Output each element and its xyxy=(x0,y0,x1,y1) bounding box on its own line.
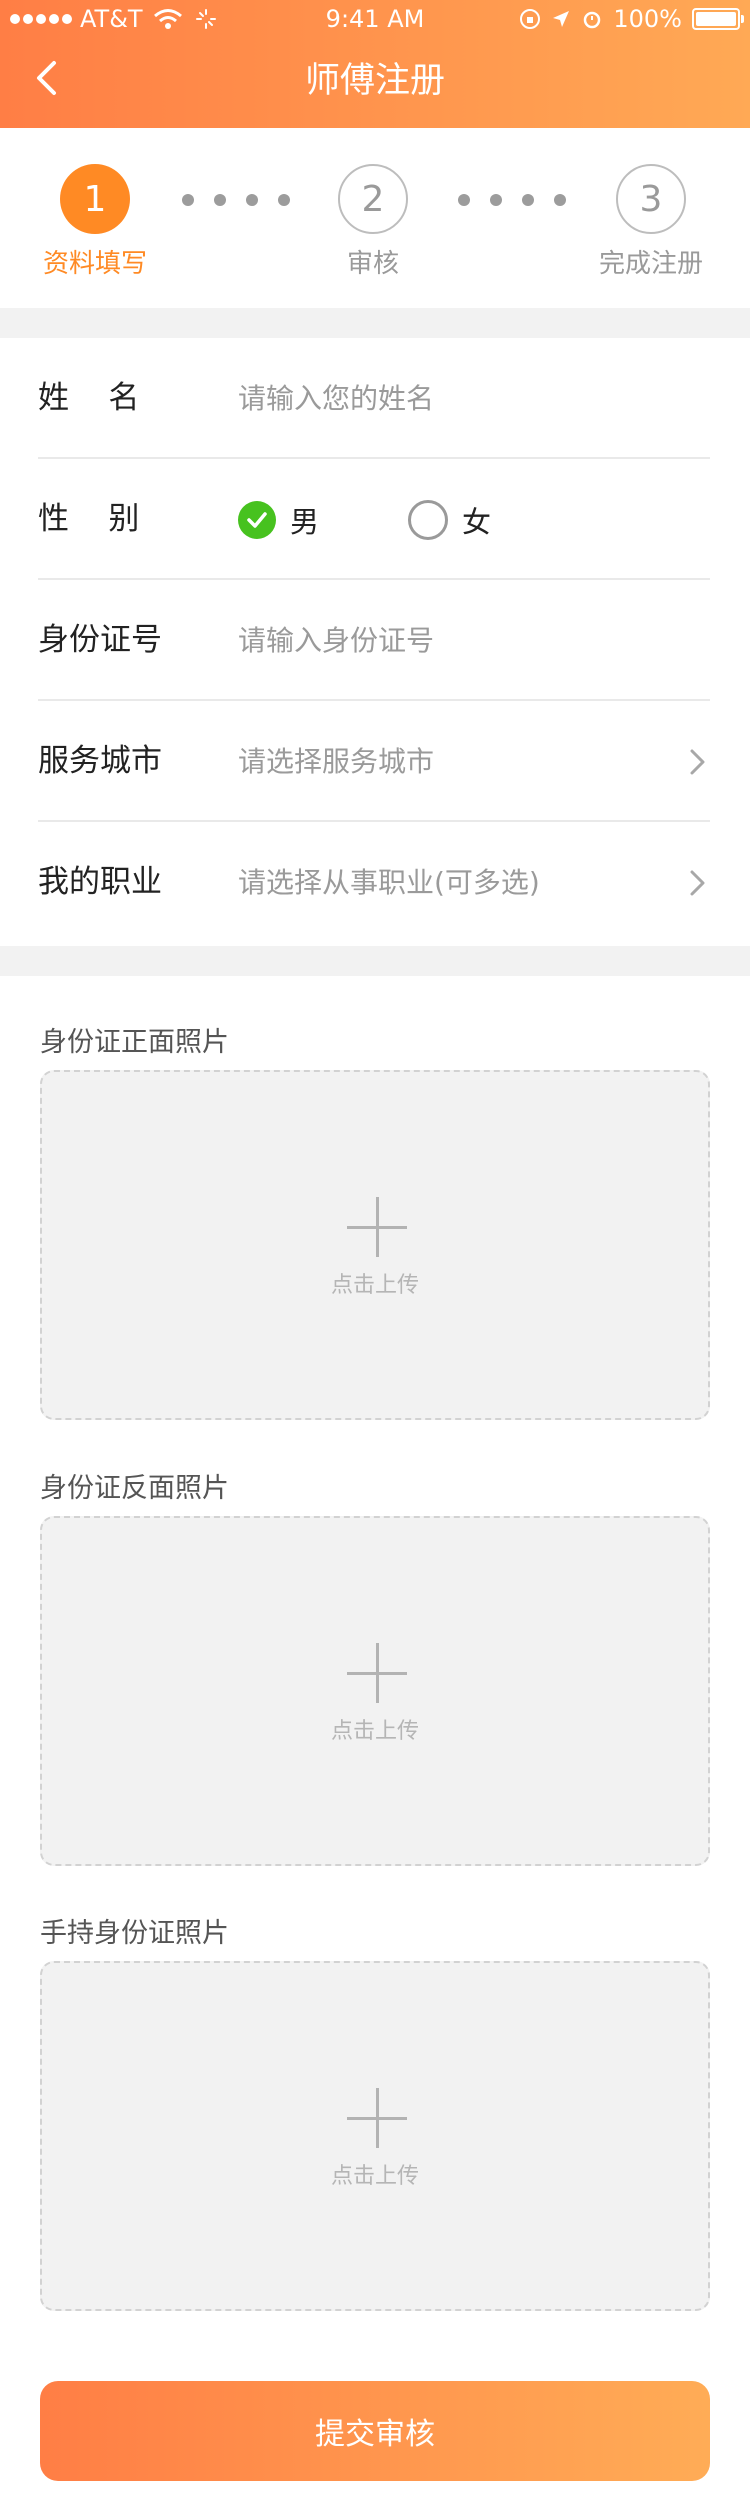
step-3-circle: 3 xyxy=(616,164,686,234)
step-1-label: 资料填写 xyxy=(42,249,147,279)
city-select[interactable]: 请选择服务城市 xyxy=(238,701,434,822)
header-bar: AT&T 9:41 AM 100% 师傅注册 xyxy=(0,0,750,128)
gender-radio-male[interactable]: 男 xyxy=(238,499,319,541)
name-label: 姓 名 xyxy=(38,380,140,416)
gender-label: 性 别 xyxy=(38,501,140,537)
gender-female-label: 女 xyxy=(462,505,492,539)
status-bar: AT&T 9:41 AM 100% xyxy=(0,0,750,40)
registration-form: 姓 名 请输入您的姓名 性 别 男 女 身份证号 请输入身份证号 服务城市 请选… xyxy=(0,338,750,946)
step-2-label: 审核 xyxy=(346,249,399,279)
upload-section: 身份证正面照片 点击上传 身份证反面照片 点击上传 手持身份证照片 点击上传 xyxy=(0,976,750,2513)
upload-title-back: 身份证反面照片 xyxy=(40,1473,229,1504)
upload-title-front: 身份证正面照片 xyxy=(40,1027,229,1058)
upload-hint: 点击上传 xyxy=(330,1273,419,1298)
name-input[interactable]: 请输入您的姓名 xyxy=(238,338,434,459)
plus-icon xyxy=(347,1643,407,1703)
step-connector-2 xyxy=(458,194,566,206)
plus-icon xyxy=(347,1197,407,1257)
id-number-row[interactable]: 身份证号 请输入身份证号 xyxy=(38,580,710,701)
city-row[interactable]: 服务城市 请选择服务城市 xyxy=(38,701,710,822)
rotation-lock-icon xyxy=(520,9,541,29)
step-indicator: 1 资料填写 2 审核 3 完成注册 xyxy=(0,128,750,308)
battery-percent: 100% xyxy=(613,5,682,33)
gender-radio-female[interactable]: 女 xyxy=(408,499,491,541)
step-3-label: 完成注册 xyxy=(598,249,703,279)
chevron-right-icon xyxy=(690,749,705,775)
upload-title-handheld: 手持身份证照片 xyxy=(40,1918,229,1949)
location-arrow-icon xyxy=(553,11,570,27)
page-title: 师傅注册 xyxy=(304,61,445,101)
upload-hint: 点击上传 xyxy=(330,2164,419,2189)
step-connector-1 xyxy=(182,194,290,206)
plus-icon xyxy=(347,2088,407,2148)
chevron-right-icon xyxy=(690,870,705,896)
upload-box-id-handheld[interactable]: 点击上传 xyxy=(40,1961,710,2311)
gender-row: 性 别 男 女 xyxy=(38,459,710,580)
name-row[interactable]: 姓 名 请输入您的姓名 xyxy=(38,338,710,459)
upload-box-id-back[interactable]: 点击上传 xyxy=(40,1516,710,1866)
city-label: 服务城市 xyxy=(38,743,162,779)
job-label: 我的职业 xyxy=(38,864,162,900)
job-select[interactable]: 请选择从事职业(可多选) xyxy=(238,822,540,943)
gender-male-label: 男 xyxy=(290,505,320,539)
id-number-label: 身份证号 xyxy=(38,622,162,658)
job-row[interactable]: 我的职业 请选择从事职业(可多选) xyxy=(38,822,710,943)
upload-hint: 点击上传 xyxy=(330,1719,419,1744)
step-1-circle: 1 xyxy=(60,164,130,234)
checked-radio-icon xyxy=(238,501,276,539)
battery-icon xyxy=(692,8,744,30)
id-number-input[interactable]: 请输入身份证号 xyxy=(238,580,434,701)
unchecked-radio-icon xyxy=(408,500,448,540)
alarm-icon xyxy=(584,11,601,29)
upload-box-id-front[interactable]: 点击上传 xyxy=(40,1070,710,1420)
submit-button[interactable]: 提交审核 xyxy=(40,2381,710,2481)
status-right: 100% xyxy=(519,5,744,33)
step-2-circle: 2 xyxy=(338,164,408,234)
